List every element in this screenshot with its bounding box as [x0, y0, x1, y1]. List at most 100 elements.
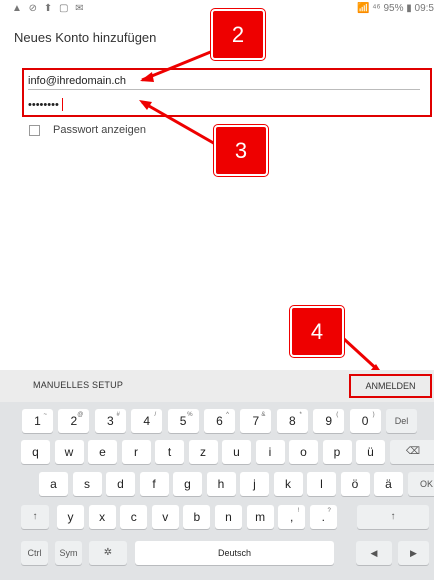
key-l[interactable]: l	[307, 472, 336, 496]
show-password-label: Passwort anzeigen	[53, 124, 146, 136]
key-x[interactable]: x	[88, 505, 116, 529]
key-1-alt-label: ~	[43, 412, 47, 418]
key-8-alt-label: *	[299, 412, 302, 418]
key-v[interactable]: v	[151, 505, 179, 529]
key-7[interactable]: 7 &	[240, 409, 272, 433]
key-i-label: i	[268, 445, 272, 459]
key-ctrl-label: Ctrl	[27, 548, 42, 558]
key-h-label: h	[217, 477, 225, 491]
key-s[interactable]: s	[72, 472, 102, 496]
key-4[interactable]: 4/	[131, 409, 163, 433]
key-k-label: k	[285, 477, 291, 491]
status-right-info: 📶 ⁴⁶ 95% ▮ 09:5	[357, 3, 434, 14]
key-m[interactable]: m	[246, 505, 274, 529]
key-comma-alt-label: !	[297, 508, 300, 514]
key-a[interactable]: a	[39, 472, 68, 496]
key-v-label: v	[162, 510, 169, 524]
key-ü-label: ü	[367, 445, 374, 459]
key-ä-label: ä	[385, 477, 392, 491]
key-comma-label: ,	[290, 510, 294, 524]
key-b[interactable]: b	[183, 505, 211, 529]
key-1-label: 1	[34, 414, 41, 428]
key-2-alt-label: @	[77, 412, 84, 418]
key-ä[interactable]: ä	[374, 472, 403, 496]
key-delete[interactable]: Del	[386, 409, 417, 433]
key-w[interactable]: w	[54, 440, 84, 464]
key-z[interactable]: z	[188, 440, 218, 464]
key-5-alt-label: %	[187, 412, 193, 418]
key-arrow-right[interactable]: ▶	[398, 541, 429, 565]
key-t[interactable]: t	[155, 440, 184, 464]
key-delete-label: Del	[394, 416, 409, 426]
key-g[interactable]: g	[173, 472, 202, 496]
key-u[interactable]: u	[222, 440, 251, 464]
key-f-label: f	[152, 477, 156, 491]
key-period[interactable]: .?	[309, 505, 337, 529]
key-n[interactable]: n	[215, 505, 242, 529]
key-shift-left[interactable]: ↑	[21, 505, 49, 529]
key-ctrl[interactable]: Ctrl	[21, 541, 48, 565]
show-password-checkbox[interactable]	[29, 124, 40, 136]
key-3-alt-label: #	[116, 412, 120, 418]
key-ö[interactable]: ö	[340, 472, 370, 496]
page-title: Neues Konto hinzufügen	[14, 30, 157, 45]
key-b-label: b	[193, 510, 201, 524]
key-y[interactable]: y	[57, 505, 84, 529]
key-1[interactable]: 1 ~	[22, 409, 53, 433]
show-password-option[interactable]: Passwort anzeigen	[29, 124, 146, 136]
key-e-label: e	[99, 445, 106, 459]
key-5[interactable]: 5%	[167, 409, 199, 433]
key-l-label: l	[320, 477, 323, 491]
key-0[interactable]: 0)	[349, 409, 381, 433]
key-shift-right[interactable]: ↑	[357, 505, 429, 529]
key-3[interactable]: 3 #	[94, 409, 126, 433]
key-s-label: s	[84, 477, 90, 491]
key-9[interactable]: 9(	[313, 409, 345, 433]
key-e[interactable]: e	[88, 440, 117, 464]
key-settings-label: ✲	[103, 547, 113, 558]
key-period-alt-label: ?	[327, 508, 331, 514]
key-sym[interactable]: Sym	[55, 541, 82, 565]
key-d[interactable]: d	[106, 472, 135, 496]
manual-setup-button[interactable]: MANUELLES SETUP	[33, 380, 123, 390]
key-5-label: 5	[179, 414, 187, 428]
key-7-label: 7	[252, 414, 260, 428]
key-arrow-right-label: ▶	[410, 548, 417, 558]
key-8[interactable]: 8 *	[276, 409, 308, 433]
key-f[interactable]: f	[139, 472, 169, 496]
key-8-label: 8	[288, 414, 296, 428]
key-9-label: 9	[325, 414, 333, 428]
key-g-label: g	[184, 477, 191, 491]
key-a-label: a	[50, 477, 57, 491]
key-ok[interactable]: OK	[407, 472, 434, 496]
key-t-label: t	[167, 445, 172, 459]
key-backspace-label: ⌫	[405, 446, 421, 457]
key-backspace[interactable]: ⌫	[389, 440, 434, 464]
key-settings[interactable]: ✲	[89, 541, 127, 565]
key-ü[interactable]: ü	[356, 440, 385, 464]
key-arrow-left[interactable]: ◀	[356, 541, 392, 565]
key-h[interactable]: h	[206, 472, 236, 496]
login-button[interactable]: ANMELDEN	[349, 374, 432, 398]
key-w-label: w	[64, 445, 74, 459]
callout-badge-2: 2	[211, 9, 265, 60]
key-comma[interactable]: ,!	[278, 505, 306, 529]
credentials-highlight-box	[22, 68, 432, 117]
key-k[interactable]: k	[273, 472, 303, 496]
key-space[interactable]: Deutsch	[135, 541, 334, 565]
key-6[interactable]: 6 ^	[204, 409, 235, 433]
key-arrow-left-label: ◀	[370, 548, 378, 558]
key-q[interactable]: q	[21, 440, 50, 464]
key-2[interactable]: 2 @	[58, 409, 90, 433]
key-r[interactable]: r	[121, 440, 151, 464]
key-7-alt-label: &	[261, 412, 266, 418]
key-u-label: u	[233, 445, 240, 459]
key-3-label: 3	[106, 414, 114, 428]
key-c[interactable]: c	[120, 505, 148, 529]
key-0-label: 0	[361, 414, 369, 428]
key-p-label: p	[333, 445, 341, 459]
key-j[interactable]: j	[240, 472, 269, 496]
key-o[interactable]: o	[289, 440, 318, 464]
key-i[interactable]: i	[255, 440, 285, 464]
key-p[interactable]: p	[322, 440, 352, 464]
